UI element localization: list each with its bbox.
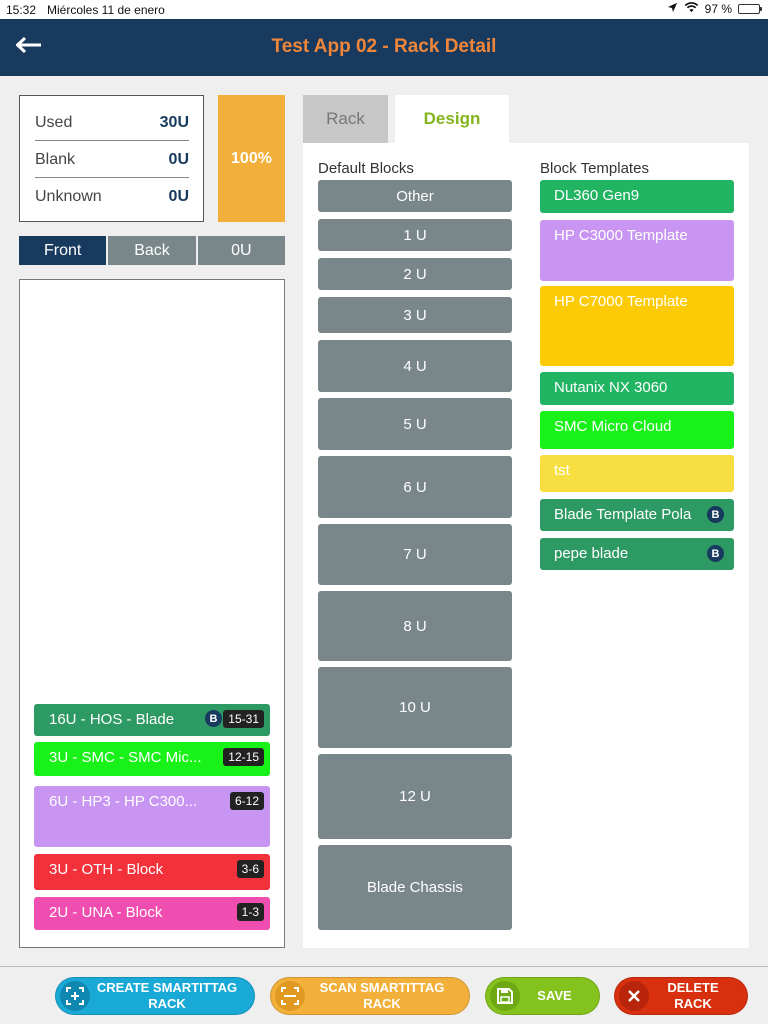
default-block-12u[interactable]: 12 U [318,754,512,839]
rack-block-label: 2U - UNA - Block [49,904,163,921]
default-block-10u[interactable]: 10 U [318,667,512,748]
button-label: SCAN SMARTITTAG RACK [319,980,445,1011]
action-bar: CREATE SMARTITTAG RACK SCAN SMARTITTAG R… [0,966,768,1024]
rack-block[interactable]: 6U - HP3 - HP C300... 6-12 [34,786,270,847]
template-block[interactable]: HP C3000 Template [540,220,734,281]
status-date: Miércoles 11 de enero [47,3,165,17]
template-block[interactable]: SMC Micro Cloud [540,411,734,449]
default-block-other[interactable]: Other [318,180,512,212]
blade-badge: B [707,506,724,523]
blade-badge: B [707,545,724,562]
status-indicators: 97 % [667,2,762,16]
rack-block[interactable]: 2U - UNA - Block 1-3 [34,897,270,930]
save-button[interactable]: SAVE [485,977,600,1015]
create-smartittag-rack-button[interactable]: CREATE SMARTITTAG RACK [55,977,255,1015]
template-label: SMC Micro Cloud [554,418,672,435]
default-block-3u[interactable]: 3 U [318,297,512,333]
rack-block-range: 12-15 [223,748,264,766]
rack-block-range: 15-31 [223,710,264,728]
rack-block[interactable]: 3U - SMC - SMC Mic... 12-15 [34,742,270,776]
rack-usage-stats: Used 30U Blank 0U Unknown 0U [19,95,204,222]
stat-label: Unknown [35,187,102,205]
blade-badge: B [205,710,222,727]
status-bar: 15:32 Miércoles 11 de enero 97 % [0,0,768,19]
rack-block[interactable]: 16U - HOS - Blade B 15-31 [34,704,270,736]
usage-percent: 100% [218,95,285,222]
template-block[interactable]: tst [540,455,734,492]
template-block[interactable]: HP C7000 Template [540,286,734,366]
template-block[interactable]: Blade Template Pola B [540,499,734,531]
template-label: HP C7000 Template [554,293,688,310]
default-block-6u[interactable]: 6 U [318,456,512,518]
template-label: Nutanix NX 3060 [554,379,668,396]
rack-view-tabs: Front Back 0U [19,236,285,265]
rack-block-label: 3U - SMC - SMC Mic... [49,749,202,766]
stat-value: 0U [168,150,189,168]
default-block-8u[interactable]: 8 U [318,591,512,661]
template-label: DL360 Gen9 [554,187,640,204]
floppy-icon [490,981,520,1011]
rack-block[interactable]: 3U - OTH - Block 3-6 [34,854,270,890]
template-block[interactable]: pepe blade B [540,538,734,570]
default-block-7u[interactable]: 7 U [318,524,512,585]
status-time: 15:32 [6,3,37,17]
app-header: Test App 02 - Rack Detail [0,19,768,76]
stat-value: 30U [159,113,189,131]
rack-block-range: 3-6 [236,860,264,878]
stat-blank: Blank 0U [35,141,189,178]
location-arrow-icon [667,2,678,16]
stat-label: Used [35,113,73,131]
wifi-icon [684,2,699,16]
stat-value: 0U [168,187,189,205]
default-block-4u[interactable]: 4 U [318,340,512,392]
default-block-2u[interactable]: 2 U [318,258,512,290]
design-panel: Default Blocks Block Templates Other 1 U… [303,143,749,948]
rack-block-label: 6U - HP3 - HP C300... [49,793,198,810]
close-icon [619,981,649,1011]
page-title: Test App 02 - Rack Detail [271,36,497,57]
button-label: DELETE RACK [667,980,719,1011]
panel-tabs: Rack Design [303,95,513,143]
default-block-5u[interactable]: 5 U [318,398,512,450]
rack-front-view: 16U - HOS - Blade B 15-31 3U - SMC - SMC… [19,279,285,948]
tab-front[interactable]: Front [19,236,107,265]
template-block[interactable]: Nutanix NX 3060 [540,372,734,405]
template-label: HP C3000 Template [554,227,688,244]
button-label: SAVE [537,988,572,1003]
tab-0u[interactable]: 0U [197,236,285,265]
tab-rack[interactable]: Rack [303,95,388,143]
rack-block-range: 6-12 [229,792,264,810]
template-label: Blade Template Pola [554,506,692,523]
default-block-blade-chassis[interactable]: Blade Chassis [318,845,512,930]
stat-used: Used 30U [35,104,189,141]
scan-frame-icon [275,981,305,1011]
battery-percent: 97 % [704,2,732,16]
stat-label: Blank [35,150,76,168]
rack-block-range: 1-3 [236,903,264,921]
template-block[interactable]: DL360 Gen9 [540,180,734,213]
button-label: CREATE SMARTITTAG RACK [96,980,238,1011]
template-label: tst [554,462,570,479]
default-blocks-heading: Default Blocks [318,160,414,177]
rack-block-label: 3U - OTH - Block [49,861,164,878]
qr-add-icon [60,981,90,1011]
template-label: pepe blade [554,545,629,562]
scan-smartittag-rack-button[interactable]: SCAN SMARTITTAG RACK [270,977,470,1015]
battery-icon [738,4,762,14]
rack-block-label: 16U - HOS - Blade [49,711,175,728]
default-block-1u[interactable]: 1 U [318,219,512,251]
block-templates-heading: Block Templates [540,160,649,177]
tab-back[interactable]: Back [108,236,196,265]
delete-rack-button[interactable]: DELETE RACK [614,977,748,1015]
tab-design[interactable]: Design [395,95,509,143]
stat-unknown: Unknown 0U [35,178,189,215]
